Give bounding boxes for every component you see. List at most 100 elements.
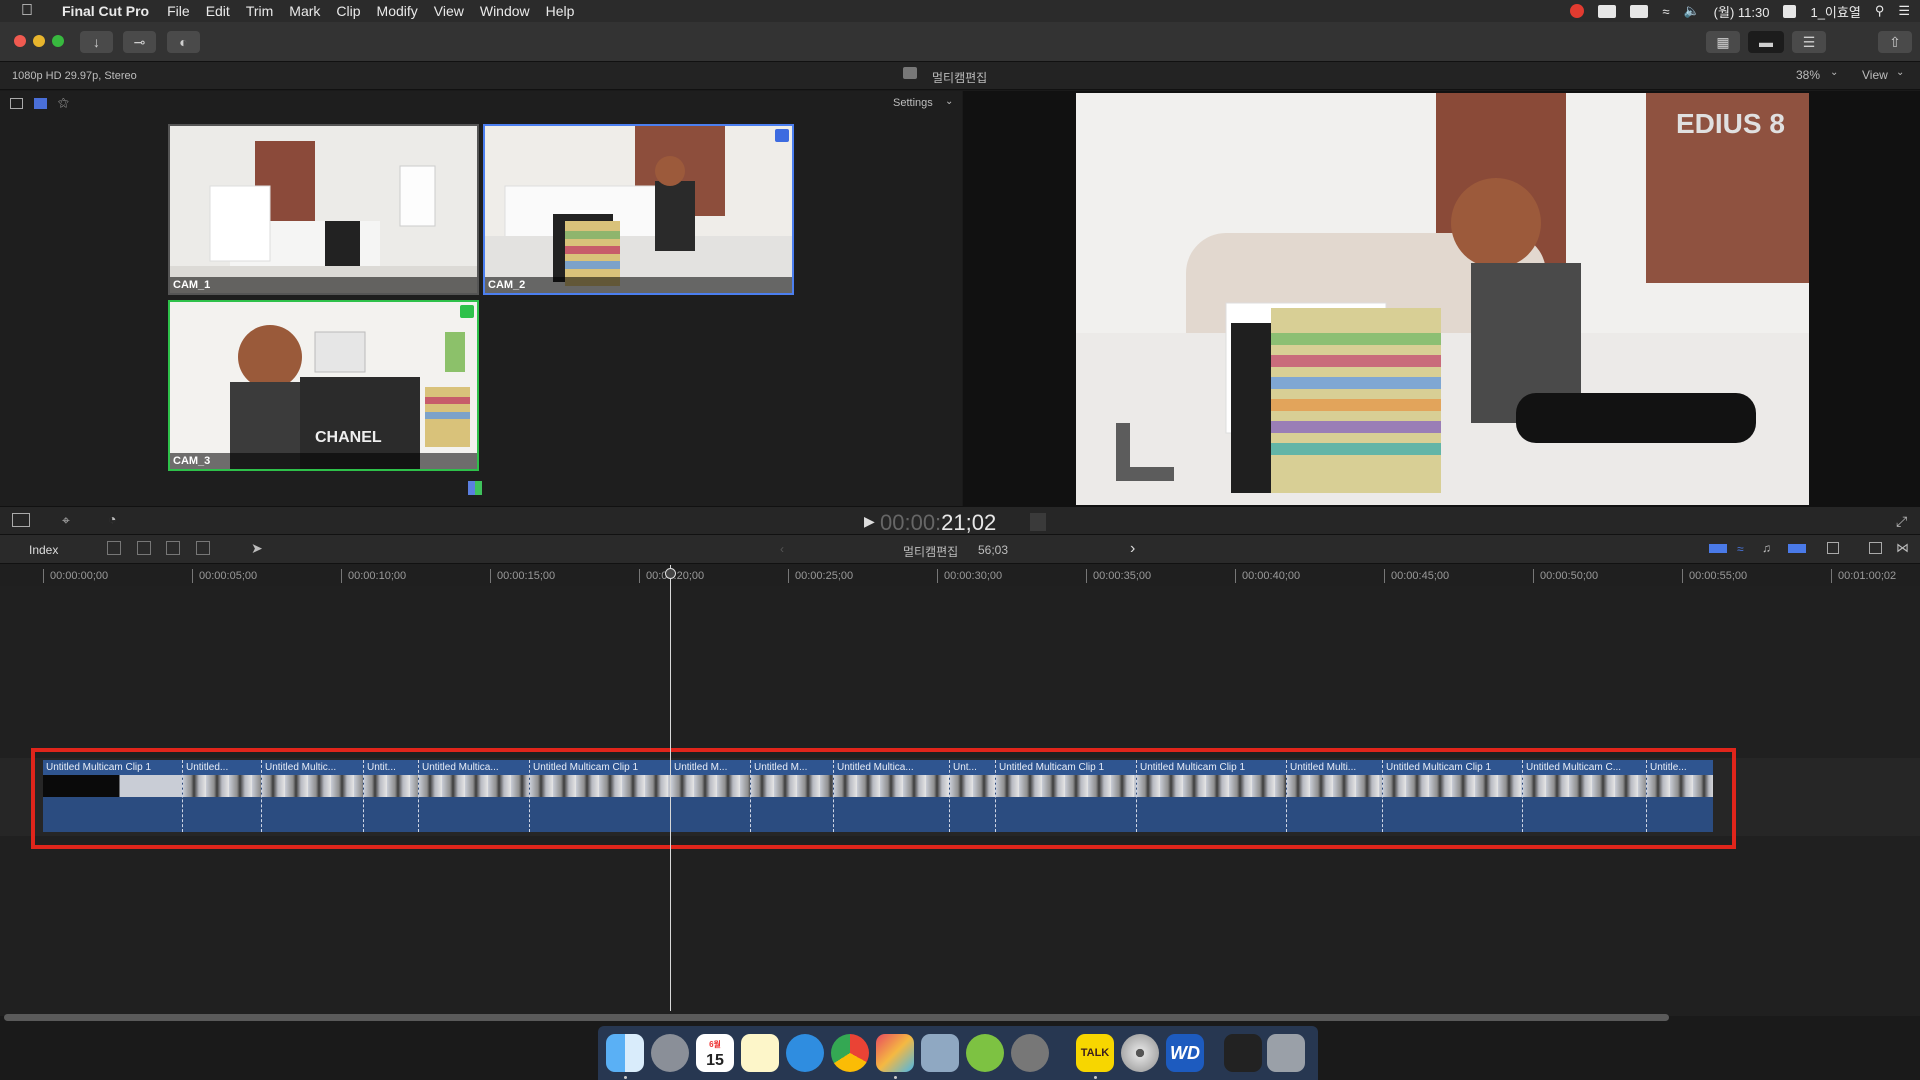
keyword-icon[interactable]: ⊸ [123, 31, 156, 53]
dvd-player-icon[interactable] [1121, 1034, 1159, 1072]
timecode-display[interactable]: 00:00:21;02 [880, 510, 996, 536]
angle-viewer-settings[interactable]: Settings [893, 97, 933, 109]
menu-clip[interactable]: Clip [328, 3, 368, 19]
menu-view[interactable]: View [426, 3, 472, 19]
playhead[interactable] [670, 565, 671, 1011]
insert-clip-icon[interactable] [137, 541, 151, 555]
ruler-tick: 00:00:25;00 [788, 569, 853, 583]
angle-viewer: ⚝ Settings ⌄ CAM_1 CAM_2 CHANEL CAM_3 [0, 91, 962, 506]
viewer-frame[interactable]: EDIUS 8 [1076, 93, 1809, 505]
clip-appearance-icon[interactable] [12, 513, 30, 527]
background-tasks-icon[interactable]: ◐ [167, 31, 200, 53]
timeline-layout-icon[interactable]: ▬ [1748, 31, 1784, 53]
ruler-tick: 00:00:45;00 [1384, 569, 1449, 583]
wd-icon[interactable]: WD [1166, 1034, 1204, 1072]
effects-browser-icon[interactable] [1869, 542, 1882, 554]
recent-window-icon[interactable] [1224, 1034, 1262, 1072]
clip-appearance-toggle-icon[interactable] [1827, 542, 1839, 554]
angle-cam-2[interactable]: CAM_2 [483, 124, 794, 295]
transform-tool-icon[interactable]: ⌖ [62, 512, 70, 529]
timeline-ruler[interactable]: 00:00:00;00 00:00:05;00 00:00:10;00 00:0… [0, 564, 1920, 586]
audio-meter-icon[interactable] [1030, 513, 1046, 531]
minimize-window-button[interactable] [33, 35, 45, 47]
zoom-level-menu[interactable]: 38% [1796, 68, 1820, 82]
timeline[interactable]: Untitled Multicam Clip 1 Untitled... Unt… [0, 586, 1920, 1016]
volume-icon[interactable]: 🔈 [1683, 3, 1699, 19]
angle-cam-3[interactable]: CHANEL CAM_3 [168, 300, 479, 471]
preview-icon[interactable] [921, 1034, 959, 1072]
timeline-index-button[interactable]: Index [29, 543, 58, 557]
menu-modify[interactable]: Modify [369, 3, 426, 19]
system-preferences-icon[interactable] [1011, 1034, 1049, 1072]
import-icon[interactable]: ↓ [80, 31, 113, 53]
launchpad-icon[interactable] [651, 1034, 689, 1072]
menu-window[interactable]: Window [472, 3, 538, 19]
share-icon[interactable]: ⇧ [1878, 31, 1912, 53]
angle-label: CAM_1 [170, 277, 477, 293]
skimming-icon[interactable] [1709, 544, 1727, 553]
video-audio-switch-icon[interactable] [10, 98, 23, 109]
connect-clip-icon[interactable] [107, 541, 121, 555]
record-icon[interactable] [1570, 4, 1585, 18]
menubar-user[interactable]: 1_이효열 [1810, 2, 1860, 21]
select-tool-icon[interactable]: ➤ [251, 540, 263, 557]
play-icon[interactable]: ▶ [864, 513, 875, 530]
timeline-back-icon[interactable]: ‹ [780, 542, 784, 556]
ruler-tick: 00:00:35;00 [1086, 569, 1151, 583]
finder-icon[interactable] [606, 1034, 644, 1072]
view-menu[interactable]: View [1862, 68, 1888, 82]
kakaotalk-icon[interactable]: TALK [1076, 1034, 1114, 1072]
notification-center-icon[interactable]: ☰ [1898, 3, 1910, 19]
calendar-icon[interactable]: 6월 15 [696, 1034, 734, 1072]
snapping-icon[interactable] [1788, 544, 1806, 553]
angle-label: CAM_2 [485, 277, 792, 293]
overwrite-clip-icon[interactable] [196, 541, 210, 555]
ruler-tick: 00:00:15;00 [490, 569, 555, 583]
angle-bank-icon[interactable] [468, 481, 482, 495]
audio-only-switch-icon[interactable]: ⚝ [58, 97, 69, 110]
chevron-down-icon[interactable]: ⌄ [1830, 67, 1838, 78]
chevron-down-icon[interactable]: ⌄ [945, 96, 953, 107]
clapper-icon [903, 67, 917, 79]
append-clip-icon[interactable] [166, 541, 180, 555]
inspector-layout-icon[interactable]: ☰ [1792, 31, 1826, 53]
app-menu[interactable]: Final Cut Pro [54, 3, 159, 19]
ruler-tick: 00:00:40;00 [1235, 569, 1300, 583]
viewer-info-bar: 1080p HD 29.97p, Stereo 멀티캠편집 38% ⌄ View… [0, 62, 1920, 90]
safari-icon[interactable] [786, 1034, 824, 1072]
spotlight-icon[interactable]: ⚲ [1875, 3, 1885, 19]
menu-trim[interactable]: Trim [238, 3, 281, 19]
input-method-icon[interactable] [1783, 4, 1797, 18]
ruler-tick: 00:01:00;02 [1831, 569, 1896, 583]
wd-drive-icon[interactable] [1598, 4, 1617, 18]
playhead-handle[interactable] [665, 568, 676, 579]
menu-file[interactable]: File [159, 3, 198, 19]
retime-icon[interactable]: ◔ [108, 511, 116, 527]
solo-icon[interactable]: ♫ [1762, 541, 1771, 555]
libraries-layout-icon[interactable]: ▦ [1706, 31, 1740, 53]
cloud-app-icon[interactable] [966, 1034, 1004, 1072]
menubar-clock[interactable]: (월) 11:30 [1714, 2, 1770, 21]
video-only-switch-icon[interactable] [34, 98, 47, 109]
angle-cam-1[interactable]: CAM_1 [168, 124, 479, 295]
fullscreen-icon[interactable]: ⤢ [1896, 513, 1907, 530]
viewer-image: EDIUS 8 [1076, 93, 1809, 505]
apple-menu-icon[interactable]:  [0, 2, 54, 20]
notes-icon[interactable] [741, 1034, 779, 1072]
wifi-icon[interactable]: ≈ [1662, 4, 1669, 19]
chrome-icon[interactable] [831, 1034, 869, 1072]
zoom-window-button[interactable] [52, 35, 64, 47]
menu-mark[interactable]: Mark [281, 3, 328, 19]
chevron-down-icon[interactable]: ⌄ [1896, 67, 1904, 78]
timeline-scrollbar[interactable] [4, 1014, 1669, 1021]
transitions-browser-icon[interactable]: ⋈ [1896, 540, 1909, 556]
timeline-forward-icon[interactable]: › [1130, 540, 1135, 558]
cloud-icon[interactable] [1630, 4, 1649, 18]
close-window-button[interactable] [14, 35, 26, 47]
trash-icon[interactable] [1267, 1034, 1305, 1072]
menu-edit[interactable]: Edit [198, 3, 238, 19]
audio-skimming-icon[interactable]: ≈ [1737, 542, 1744, 556]
final-cut-pro-icon[interactable] [876, 1034, 914, 1072]
angle-label: CAM_3 [170, 453, 477, 469]
menu-help[interactable]: Help [538, 3, 583, 19]
